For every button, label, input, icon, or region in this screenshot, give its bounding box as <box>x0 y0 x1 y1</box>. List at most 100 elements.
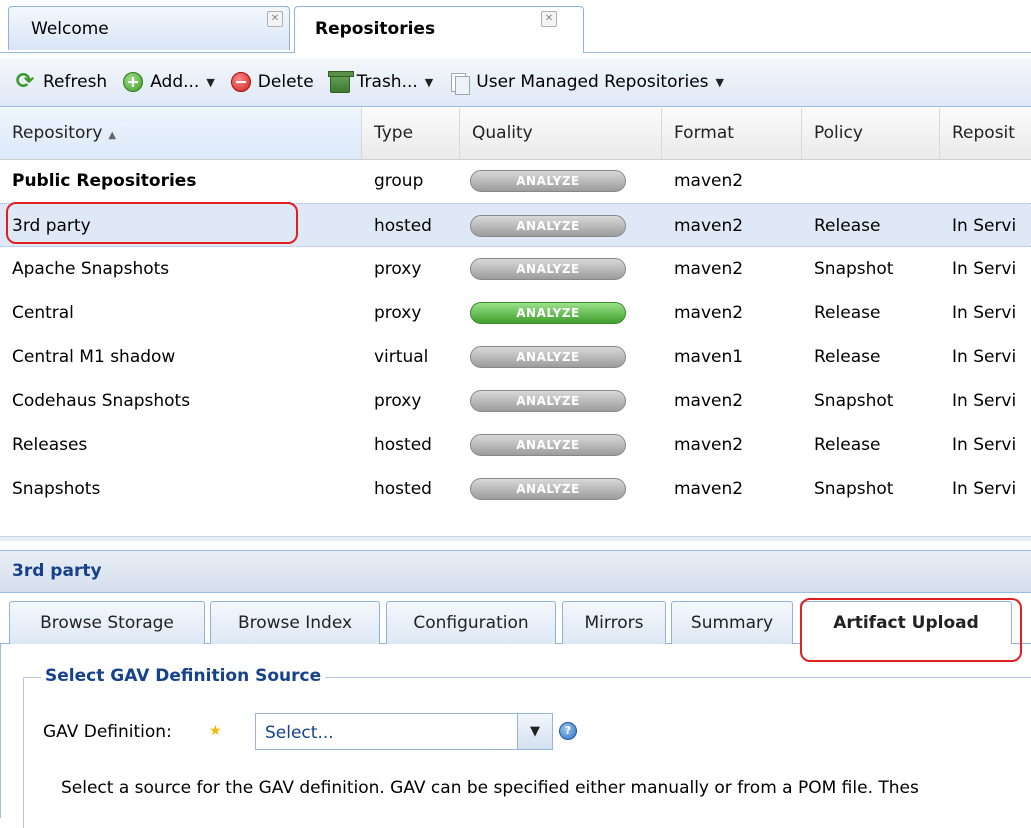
cell-format: maven1 <box>674 347 744 367</box>
table-row[interactable]: Releases hosted maven2 Release In Servi ANALY… <box>0 423 1031 467</box>
column-header-quality[interactable]: Quality <box>460 108 662 159</box>
column-header-repository-status[interactable]: Reposit <box>940 108 1031 159</box>
cell-type: hosted <box>374 216 432 236</box>
trash-icon <box>327 71 354 93</box>
cell-policy: Release <box>814 347 881 367</box>
analyze-button[interactable]: ANALYZE <box>470 258 626 280</box>
trash-button[interactable]: Trash... ▼ <box>327 71 434 93</box>
user-managed-label: User Managed Repositories <box>476 72 709 92</box>
chevron-down-icon[interactable]: ▼ <box>517 714 552 749</box>
cell-status: In Servi <box>952 303 1017 323</box>
close-icon[interactable]: ✕ <box>267 11 283 27</box>
analyze-button[interactable]: ANALYZE <box>470 478 626 500</box>
cell-type: hosted <box>374 479 432 499</box>
column-header-format[interactable]: Format <box>662 108 802 159</box>
tab-artifact-upload[interactable]: Artifact Upload <box>800 601 1012 645</box>
analyze-button[interactable]: ANALYZE <box>470 346 626 368</box>
cell-type: proxy <box>374 259 422 279</box>
cell-format: maven2 <box>674 171 744 191</box>
grid-header: Repository ▲ Type Quality Format Policy R… <box>0 108 1031 160</box>
column-header-repository[interactable]: Repository ▲ <box>0 108 362 159</box>
chevron-down-icon: ▼ <box>424 75 434 89</box>
add-button[interactable]: Add... ▼ <box>123 72 215 92</box>
cell-repository: Central <box>12 303 74 323</box>
cell-status: In Servi <box>952 259 1017 279</box>
column-header-policy[interactable]: Policy <box>802 108 940 159</box>
cell-type: group <box>374 171 424 191</box>
cell-repository: Snapshots <box>12 479 101 499</box>
column-header-policy-label: Policy <box>814 123 863 143</box>
tab-browse-index[interactable]: Browse Index <box>210 601 380 644</box>
refresh-button[interactable]: ⟳ Refresh <box>14 71 107 93</box>
tab-mirrors[interactable]: Mirrors <box>562 601 666 644</box>
tab-browse-storage[interactable]: Browse Storage <box>9 601 205 644</box>
add-label: Add... <box>150 72 200 92</box>
column-header-status-label: Reposit <box>952 123 1015 143</box>
cell-policy: Snapshot <box>814 479 894 499</box>
cell-format: maven2 <box>674 435 744 455</box>
repositories-toolbar: ⟳ Refresh Add... ▼ Delete Trash... ▼ Use… <box>0 58 1031 107</box>
cell-type: virtual <box>374 347 429 367</box>
fieldset-legend: Select GAV Definition Source <box>41 666 326 686</box>
cell-repository: Codehaus Snapshots <box>12 391 191 411</box>
tab-browse-index-label: Browse Index <box>237 613 353 633</box>
gav-definition-select[interactable]: Select... ▼ <box>255 713 553 750</box>
close-icon[interactable]: ✕ <box>541 11 557 27</box>
table-row[interactable]: Apache Snapshots proxy maven2 Snapshot In Se… <box>0 247 1031 291</box>
analyze-button[interactable]: ANALYZE <box>470 170 626 192</box>
cell-type: proxy <box>374 303 422 323</box>
cell-policy: Snapshot <box>814 391 894 411</box>
tab-artifact-upload-label: Artifact Upload <box>833 613 979 633</box>
cell-format: maven2 <box>674 391 744 411</box>
column-header-type[interactable]: Type <box>362 108 460 159</box>
top-tab-bar: Welcome ✕ Repositories ✕ <box>0 0 1031 53</box>
cell-repository: 3rd party <box>12 216 91 236</box>
detail-title: 3rd party <box>12 561 102 581</box>
gav-definition-select-value: Select... <box>265 723 334 743</box>
cell-format: maven2 <box>674 303 744 323</box>
table-row[interactable]: Central proxy maven2 Release In Servi ANALYZE <box>0 291 1031 335</box>
add-icon <box>123 72 144 92</box>
sort-asc-icon: ▲ <box>108 130 117 141</box>
delete-button[interactable]: Delete <box>230 72 314 92</box>
column-header-repository-label: Repository <box>12 123 103 143</box>
tab-welcome[interactable]: Welcome ✕ <box>8 6 290 50</box>
grid-scroll-track <box>0 536 1031 541</box>
cell-status <box>940 159 952 203</box>
tab-repositories[interactable]: Repositories ✕ <box>294 6 584 53</box>
table-row[interactable]: Central M1 shadow virtual maven1 Release In … <box>0 335 1031 379</box>
cell-policy: Release <box>814 303 881 323</box>
analyze-button[interactable]: ANALYZE <box>470 434 626 456</box>
table-row[interactable]: Public Repositories group maven2 ANALYZE <box>0 159 1031 203</box>
analyze-button[interactable]: ANALYZE <box>470 390 626 412</box>
tab-summary-label: Summary <box>690 613 774 633</box>
column-header-format-label: Format <box>674 123 734 143</box>
user-managed-repositories-button[interactable]: User Managed Repositories ▼ <box>449 71 724 95</box>
cell-format: maven2 <box>674 479 744 499</box>
tab-summary[interactable]: Summary <box>671 601 793 644</box>
table-row[interactable]: Snapshots hosted maven2 Snapshot In Servi ANA… <box>0 467 1031 511</box>
tab-repositories-label: Repositories <box>315 19 436 39</box>
artifact-upload-panel: Select GAV Definition Source GAV Definit… <box>0 644 1031 828</box>
chevron-down-icon: ▼ <box>206 75 215 89</box>
analyze-button[interactable]: ANALYZE <box>470 215 626 237</box>
delete-label: Delete <box>257 72 314 92</box>
tab-mirrors-label: Mirrors <box>584 613 644 633</box>
tab-configuration[interactable]: Configuration <box>386 601 556 644</box>
cell-policy: Release <box>814 435 881 455</box>
cell-status: In Servi <box>952 391 1017 411</box>
analyze-button[interactable]: ANALYZE <box>470 302 626 324</box>
cell-policy <box>802 159 814 203</box>
help-icon[interactable]: ? <box>559 722 577 740</box>
table-row[interactable]: 3rd party hosted maven2 Release In Servi ANAL… <box>0 203 1031 247</box>
refresh-icon: ⟳ <box>15 69 35 94</box>
cell-status: In Servi <box>952 435 1017 455</box>
cell-format: maven2 <box>674 216 744 236</box>
cell-status: In Servi <box>952 347 1017 367</box>
cell-policy: Snapshot <box>814 259 894 279</box>
cell-repository: Apache Snapshots <box>12 259 170 279</box>
cell-repository: Central M1 shadow <box>12 347 176 367</box>
cell-format: maven2 <box>674 259 744 279</box>
gav-definition-label: GAV Definition: <box>43 722 172 742</box>
table-row[interactable]: Codehaus Snapshots proxy maven2 Snapshot In … <box>0 379 1031 423</box>
